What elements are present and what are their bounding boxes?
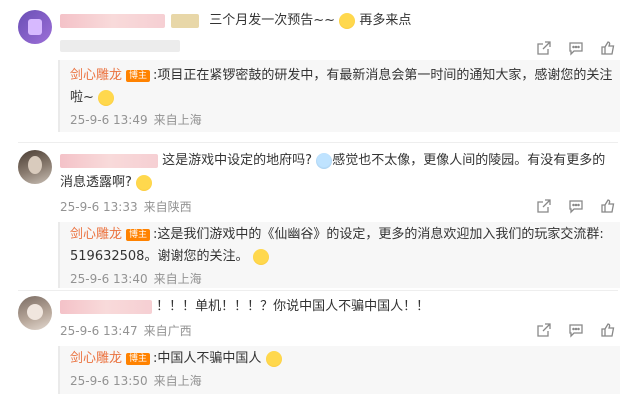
share-icon[interactable] — [535, 322, 553, 338]
comment-icon[interactable] — [567, 322, 585, 338]
username-redacted-2 — [171, 13, 200, 28]
like-icon[interactable] — [599, 40, 617, 56]
reply-3: 剑心雕龙 博主:中国人不骗中国人 25-9-6 13:50 来自上海 — [58, 346, 620, 394]
blogger-badge: 博主 — [126, 69, 151, 82]
comment-meta: 25-9-6 13:33 来自陕西 — [60, 198, 198, 215]
reply-date: 25-9-6 13:40 — [70, 272, 148, 286]
comment-actions — [535, 322, 617, 338]
comment-body: ！！！单机！！！？你说中国人不骗中国人！！ — [60, 296, 429, 318]
like-icon[interactable] — [599, 322, 617, 338]
divider — [18, 290, 618, 291]
comment-date: 25-9-6 13:33 — [60, 200, 138, 214]
reply-text-line2: 啦~ — [70, 87, 115, 109]
comment-text: 三个月发一次预告~~ — [209, 13, 336, 28]
username-redacted[interactable] — [60, 153, 158, 168]
comment-location: 来自陕西 — [143, 200, 192, 214]
avatar[interactable] — [18, 296, 52, 330]
comment-actions — [535, 40, 617, 56]
reply-line-1: :项目正在紧锣密鼓的研发中，有最新消息会第一时间的通知大家，感谢您的关注 — [153, 68, 613, 83]
divider — [18, 142, 618, 143]
share-icon[interactable] — [535, 40, 553, 56]
comment-icon[interactable] — [567, 40, 585, 56]
reply-2: 剑心雕龙 博主:这是我们游戏中的《仙幽谷》的设定，更多的消息欢迎加入我们的玩家交流… — [58, 222, 620, 288]
crying-emoji-icon — [339, 12, 356, 29]
comment-meta: 25-9-6 13:47 来自广西 — [60, 322, 198, 339]
blogger-badge: 博主 — [126, 228, 151, 241]
blogger-badge: 博主 — [126, 352, 151, 365]
sweat-emoji-icon — [316, 152, 333, 169]
comment-icon[interactable] — [567, 198, 585, 214]
avatar[interactable] — [18, 150, 52, 184]
avatar[interactable] — [18, 10, 52, 44]
comment-text-line1: 这是游戏中设定的地府吗? — [162, 153, 313, 168]
reply-author[interactable]: 剑心雕龙 — [70, 68, 122, 83]
username-redacted[interactable] — [60, 13, 165, 28]
reply-meta: 25-9-6 13:50 来自上海 — [70, 372, 208, 389]
comment-location: 来自广西 — [143, 324, 192, 338]
reply-line-1: :中国人不骗中国人 — [153, 351, 262, 366]
smile-emoji-icon — [136, 174, 153, 191]
reply-meta: 25-9-6 13:40 来自上海 — [70, 270, 208, 287]
reply-author[interactable]: 剑心雕龙 — [70, 351, 122, 366]
reply-location: 来自上海 — [153, 113, 202, 127]
reply-text: 剑心雕龙 博主:这是我们游戏中的《仙幽谷》的设定，更多的消息欢迎加入我们的玩家交流… — [70, 224, 604, 246]
like-icon[interactable] — [599, 198, 617, 214]
comment-body: 三个月发一次预告~~ 再多来点 — [60, 10, 411, 32]
reply-location: 来自上海 — [153, 374, 202, 388]
reply-text-line2: 519632508。谢谢您的关注。 — [70, 246, 269, 268]
comment-actions — [535, 198, 617, 214]
comment-text: ！！！单机！！！？你说中国人不骗中国人！！ — [156, 299, 430, 314]
reply-location: 来自上海 — [153, 272, 202, 286]
reply-1: 剑心雕龙 博主:项目正在紧锣密鼓的研发中，有最新消息会第一时间的通知大家，感谢您的… — [58, 60, 620, 132]
reply-text: 剑心雕龙 博主:项目正在紧锣密鼓的研发中，有最新消息会第一时间的通知大家，感谢您的… — [70, 65, 612, 87]
reply-author[interactable]: 剑心雕龙 — [70, 227, 122, 242]
comment-text-2: 再多来点 — [359, 13, 412, 28]
reply-date: 25-9-6 13:49 — [70, 113, 148, 127]
comment-date: 25-9-6 13:47 — [60, 324, 138, 338]
comment-body-line2: 消息透露啊? — [60, 172, 153, 194]
username-redacted[interactable] — [60, 299, 152, 314]
reply-meta: 25-9-6 13:49 来自上海 — [70, 111, 208, 128]
reply-date: 25-9-6 13:50 — [70, 374, 148, 388]
share-icon[interactable] — [535, 198, 553, 214]
smile-emoji-icon — [265, 350, 282, 367]
reply-line-1: :这是我们游戏中的《仙幽谷》的设定，更多的消息欢迎加入我们的玩家交流群: — [153, 227, 604, 242]
wink-emoji-icon — [252, 248, 269, 265]
reply-text: 剑心雕龙 博主:中国人不骗中国人 — [70, 348, 282, 370]
comment-meta-redacted — [60, 38, 186, 52]
comment-text-line1b: 感觉也不太像，更像人间的陵园。有没有更多的 — [332, 153, 606, 168]
wink-emoji-icon — [98, 89, 115, 106]
comment-body: 这是游戏中设定的地府吗? 感觉也不太像，更像人间的陵园。有没有更多的 — [60, 150, 605, 172]
